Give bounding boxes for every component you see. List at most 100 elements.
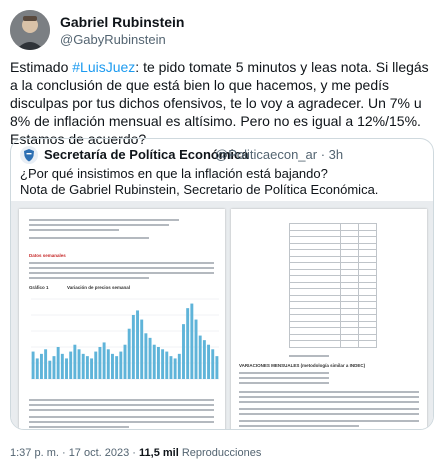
text-line	[239, 425, 359, 427]
chart-bar	[65, 358, 68, 379]
text-line	[29, 404, 214, 406]
weekly-price-chart	[31, 298, 219, 380]
chart-bar	[39, 353, 43, 379]
chart-title: Variación de precios semanal	[67, 285, 131, 290]
text-line	[29, 426, 129, 428]
chart-bar	[194, 319, 198, 379]
hashtag-link[interactable]: #LuisJuez	[72, 59, 135, 75]
chart-bar	[182, 324, 185, 379]
text-line	[29, 267, 214, 269]
document-image[interactable]: Datos semanales Gráfico 1 Variación de p…	[11, 201, 433, 429]
views-label: Reproducciones	[178, 447, 262, 459]
avatar-image	[10, 10, 50, 50]
text-line	[29, 277, 149, 279]
text-line	[29, 224, 169, 226]
text-line	[239, 408, 419, 410]
chart-bar	[115, 356, 119, 379]
chart-bar	[102, 342, 106, 379]
text-line	[239, 377, 329, 379]
chart-bar	[31, 351, 35, 379]
chart-bar	[198, 335, 202, 379]
quoted-tweet-header: Secretaría de Política Económica @Politi…	[20, 145, 430, 165]
chart-bar	[152, 344, 156, 379]
chart-bar	[211, 349, 215, 379]
tweet-text-before: Estimado	[10, 59, 73, 75]
section-label: Datos semanales	[29, 253, 66, 258]
chart-bar	[81, 353, 85, 379]
chart-bar	[123, 344, 127, 379]
text-line	[29, 272, 214, 274]
chart-bar	[106, 349, 110, 379]
chart-bar	[156, 347, 160, 379]
chart-bar	[136, 310, 139, 379]
chart-bar	[111, 353, 114, 379]
text-line	[239, 396, 419, 398]
quoted-tweet[interactable]: Secretaría de Política Económica @Politi…	[10, 138, 434, 430]
text-line	[239, 372, 329, 374]
chart-bar	[144, 333, 148, 379]
chart-bar	[94, 351, 98, 379]
text-line	[239, 382, 329, 384]
chart-bar	[169, 356, 173, 379]
chart-bar	[127, 328, 131, 379]
text-line	[289, 355, 329, 357]
chart-bar	[202, 340, 206, 379]
table-cell	[289, 340, 341, 348]
author-handle[interactable]: @GabyRubinstein	[60, 32, 166, 47]
author-name[interactable]: Gabriel Rubinstein	[60, 14, 184, 30]
document-page-1: Datos semanales Gráfico 1 Variación de p…	[19, 209, 225, 429]
chart-bar	[165, 351, 169, 379]
page2-heading: VARIACIONES MENSUALES (metodología simil…	[239, 363, 366, 368]
chart-bar	[73, 344, 77, 379]
text-line	[29, 219, 179, 221]
text-line	[29, 416, 214, 418]
chart-bar	[140, 319, 144, 379]
table-cell	[358, 340, 377, 348]
quoted-text-line-1: ¿Por qué insistimos en que la inflación …	[20, 166, 328, 181]
quoted-text-line-2: Nota de Gabriel Rubinstein, Secretario d…	[20, 182, 379, 197]
chart-bar	[77, 349, 81, 379]
quoted-account-handle: @Politicaecon_ar · 3h	[215, 147, 344, 162]
government-shield-icon	[20, 146, 38, 164]
tweet-meta: 1:37 p. m. · 17 oct. 2023 · 11,5 mil Rep…	[10, 447, 261, 459]
chart-bar	[69, 351, 73, 379]
tweet-timestamp[interactable]: 1:37 p. m. · 17 oct. 2023 ·	[10, 447, 139, 459]
chart-bar	[85, 356, 89, 379]
table-cell	[340, 340, 359, 348]
text-line	[29, 421, 214, 423]
quoted-tweet-text: ¿Por qué insistimos en que la inflación …	[20, 166, 430, 198]
chart-bar	[52, 356, 56, 379]
chart-bar	[98, 347, 102, 379]
views-count: 11,5 mil	[139, 447, 179, 459]
text-line	[29, 262, 214, 264]
chart-bar	[186, 308, 190, 379]
chart-bar	[56, 347, 60, 379]
chart-bar	[90, 358, 94, 379]
chart-bar	[44, 349, 48, 379]
chart-bar	[35, 358, 39, 379]
text-line	[29, 237, 149, 239]
text-line	[29, 229, 119, 231]
chart-bar	[177, 353, 181, 379]
tweet-text: Estimado #LuisJuez: te pido tomate 5 min…	[10, 58, 434, 148]
text-line	[239, 401, 419, 403]
text-line	[239, 420, 419, 422]
tweet-header: Gabriel Rubinstein @GabyRubinstein	[10, 10, 430, 50]
chart-bar	[207, 344, 211, 379]
chart-bar	[148, 337, 152, 379]
chart-bar	[131, 315, 135, 379]
chart-bar	[161, 349, 165, 379]
chart-bar	[173, 358, 177, 379]
text-line	[29, 399, 214, 401]
chart-label: Gráfico 1	[29, 285, 49, 290]
avatar[interactable]	[10, 10, 50, 50]
text-line	[239, 413, 419, 415]
chart-bar	[48, 360, 52, 379]
text-line	[29, 409, 214, 411]
chart-bar	[119, 351, 123, 379]
chart-bar	[215, 356, 219, 379]
chart-bar	[190, 303, 194, 379]
document-page-2: VARIACIONES MENSUALES (metodología simil…	[231, 209, 427, 429]
chart-bar	[60, 353, 64, 379]
text-line	[239, 391, 419, 393]
